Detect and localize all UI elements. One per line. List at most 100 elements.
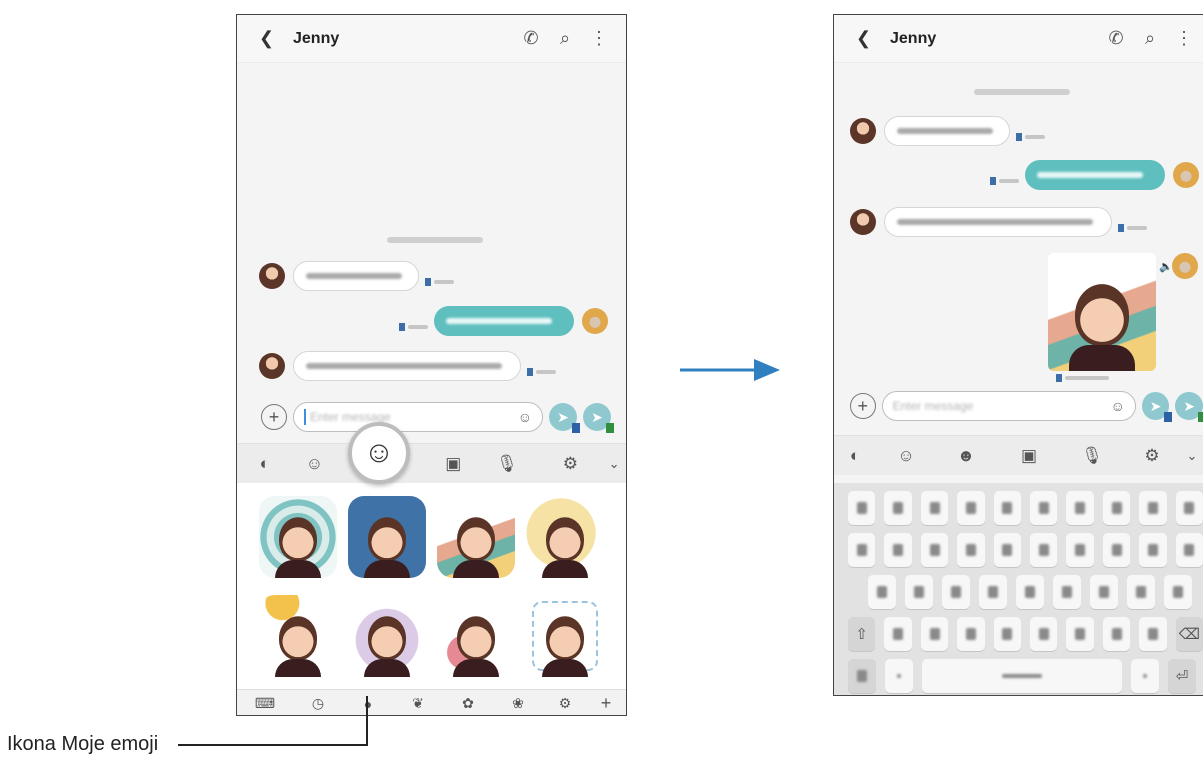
more-options-icon[interactable]: ⋮ — [1167, 28, 1201, 49]
back-icon[interactable]: ❮ — [259, 28, 293, 49]
sticker-icon[interactable]: ☺ — [518, 409, 532, 425]
key[interactable] — [1102, 491, 1131, 525]
key[interactable] — [868, 575, 896, 609]
settings-icon[interactable]: ⚙ — [1122, 446, 1182, 466]
key[interactable] — [1102, 533, 1131, 567]
more-options-icon[interactable]: ⋮ — [582, 28, 616, 49]
key[interactable] — [920, 533, 949, 567]
comma-key[interactable] — [885, 659, 913, 693]
enter-key[interactable]: ⏎ — [1168, 659, 1196, 693]
emoji-icon[interactable]: ☺ — [876, 446, 936, 466]
key[interactable] — [993, 491, 1022, 525]
avatar — [259, 353, 285, 379]
mic-icon[interactable]: 🎙 — [1062, 446, 1122, 466]
my-emoji-icon[interactable]: ● — [343, 696, 393, 712]
sticker-icon[interactable]: ☻ — [936, 446, 996, 466]
key[interactable] — [920, 491, 949, 525]
message-bubble-incoming[interactable] — [884, 207, 1112, 237]
bixby-icon[interactable]: ◐ — [237, 454, 293, 474]
key[interactable] — [1090, 575, 1118, 609]
keyboard-icon[interactable]: ⌨ — [237, 695, 293, 712]
chevron-down-icon[interactable]: ⌄ — [602, 456, 626, 472]
speaker-icon[interactable]: 🔈 — [1159, 260, 1173, 273]
emoji-icon[interactable]: ☺ — [293, 454, 337, 474]
key[interactable] — [942, 575, 970, 609]
sticker[interactable] — [253, 493, 342, 580]
back-icon[interactable]: ❮ — [856, 28, 890, 49]
chevron-down-icon[interactable]: ⌄ — [1182, 448, 1202, 464]
key[interactable] — [920, 617, 949, 651]
message-bubble-outgoing[interactable] — [1025, 160, 1165, 190]
animal-sticker-icon[interactable]: ❦ — [393, 695, 443, 712]
gif-icon[interactable]: ▣ — [432, 454, 476, 474]
message-bubble-incoming[interactable] — [884, 116, 1010, 146]
sticker-icon[interactable]: ☺ — [1111, 398, 1125, 414]
send-sim2-button[interactable]: ➤ — [583, 403, 614, 433]
key[interactable] — [1066, 533, 1094, 567]
message-input[interactable]: Enter message ☺ — [293, 402, 543, 432]
settings-icon[interactable]: ⚙ — [543, 695, 587, 712]
attach-icon[interactable]: + — [261, 404, 287, 430]
phone-icon[interactable]: ✆ — [1099, 28, 1133, 49]
key[interactable] — [957, 533, 985, 567]
key[interactable] — [884, 533, 912, 567]
sticker[interactable] — [521, 592, 610, 679]
message-bubble-incoming[interactable] — [293, 351, 521, 381]
message-bubble-incoming[interactable] — [293, 261, 419, 291]
sticker-pack-icon[interactable]: ❀ — [493, 695, 543, 712]
attach-icon[interactable]: + — [850, 393, 876, 419]
key[interactable] — [979, 575, 1007, 609]
sticker[interactable] — [432, 493, 521, 580]
key[interactable] — [1030, 617, 1058, 651]
search-icon[interactable]: ⌕ — [1133, 28, 1167, 49]
key[interactable] — [1066, 617, 1094, 651]
key[interactable] — [1175, 533, 1203, 567]
key[interactable] — [1175, 491, 1203, 525]
phone-icon[interactable]: ✆ — [514, 28, 548, 49]
key[interactable] — [1164, 575, 1192, 609]
key[interactable] — [1030, 533, 1058, 567]
sticker-pack-icon[interactable]: ✿ — [443, 695, 493, 712]
key[interactable] — [848, 491, 876, 525]
message-bubble-outgoing[interactable] — [434, 306, 574, 336]
send-sim1-button[interactable]: ➤ — [549, 403, 580, 433]
key[interactable] — [1053, 575, 1081, 609]
key[interactable] — [905, 575, 933, 609]
recent-icon[interactable]: ◷ — [293, 695, 343, 712]
key[interactable] — [993, 617, 1022, 651]
message-input[interactable]: Enter message ☺ — [881, 391, 1136, 421]
send-sim2-button[interactable]: ➤ — [1175, 392, 1203, 422]
key[interactable] — [1102, 617, 1131, 651]
settings-icon[interactable]: ⚙ — [539, 454, 603, 474]
bixby-icon[interactable]: ◐ — [834, 446, 876, 466]
search-icon[interactable]: ⌕ — [548, 28, 582, 49]
add-icon[interactable]: + — [587, 693, 625, 714]
space-key[interactable] — [922, 659, 1122, 693]
key[interactable] — [1139, 491, 1167, 525]
key[interactable] — [848, 533, 876, 567]
key[interactable] — [1030, 491, 1058, 525]
sticker[interactable] — [432, 592, 521, 679]
key[interactable] — [1139, 617, 1167, 651]
sticker[interactable] — [253, 592, 342, 679]
period-key[interactable] — [1131, 659, 1159, 693]
key[interactable] — [1066, 491, 1094, 525]
sticker[interactable] — [342, 493, 431, 580]
sticker[interactable] — [521, 493, 610, 580]
send-sim1-button[interactable]: ➤ — [1141, 392, 1173, 422]
key[interactable] — [884, 491, 912, 525]
sent-sticker[interactable] — [1048, 253, 1156, 371]
sticker[interactable] — [342, 592, 431, 679]
key[interactable] — [993, 533, 1022, 567]
key[interactable] — [957, 617, 985, 651]
key[interactable] — [1016, 575, 1044, 609]
backspace-key[interactable]: ⌫ — [1175, 617, 1203, 651]
key[interactable] — [957, 491, 985, 525]
gif-icon[interactable]: ▣ — [996, 446, 1062, 466]
key[interactable] — [1139, 533, 1167, 567]
symbols-key[interactable] — [848, 659, 876, 693]
key[interactable] — [884, 617, 912, 651]
mic-icon[interactable]: 🎙 — [475, 454, 539, 474]
key[interactable] — [1127, 575, 1155, 609]
shift-key[interactable]: ⇧ — [848, 617, 876, 651]
